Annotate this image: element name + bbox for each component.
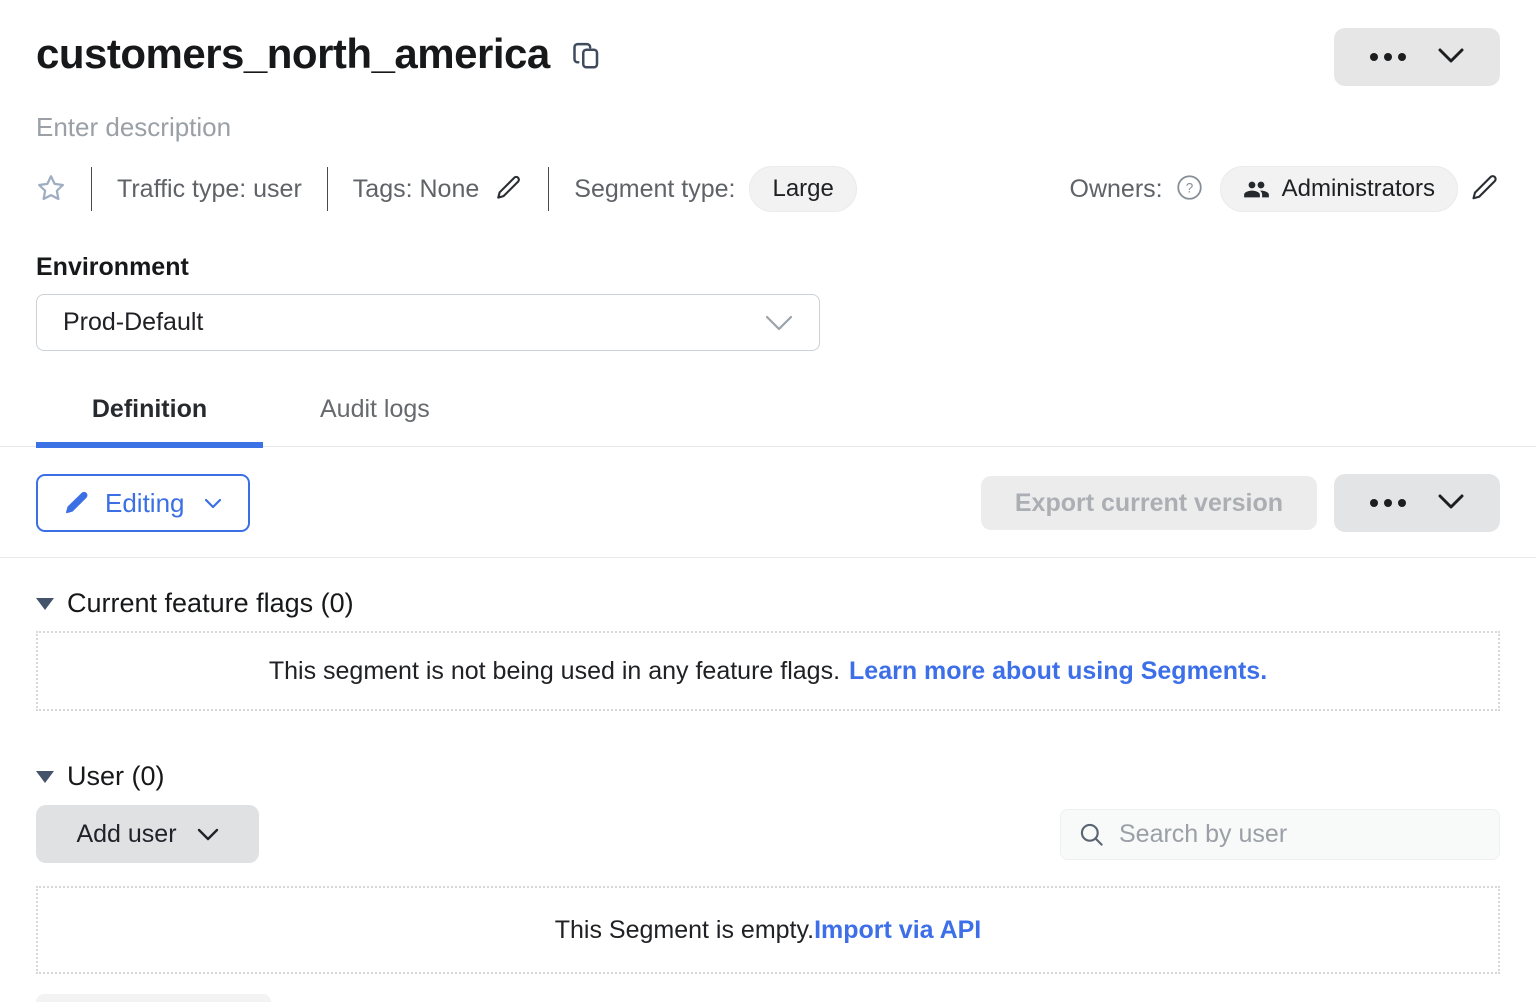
tab-bar: Definition Audit logs [0,395,1536,447]
triangle-down-icon [36,598,54,610]
bottom-cutoff-element [36,994,271,1002]
edit-owners-button[interactable] [1470,173,1500,206]
svg-text:?: ? [1185,180,1193,195]
meta-row: Traffic type: user Tags: None Segment ty… [36,167,1500,211]
people-icon [1243,176,1270,203]
owners-value: Administrators [1282,175,1435,203]
tags-group: Tags: None [353,174,523,205]
pencil-icon [1470,173,1500,206]
tab-definition[interactable]: Definition [36,395,263,446]
feature-flags-empty-text: This segment is not being used in any fe… [269,657,840,686]
segment-detail-page: customers_north_america Enter descriptio… [0,0,1536,1002]
environment-label: Environment [36,253,1500,282]
environment-selected-value: Prod-Default [63,308,203,337]
toolbar-more-button[interactable] [1334,474,1500,532]
owners-group: Owners: ? Administrators [1070,166,1500,212]
header-more-button[interactable] [1334,28,1500,86]
edit-tags-button[interactable] [495,174,523,205]
owners-pill: Administrators [1220,166,1458,212]
learn-more-link[interactable]: Learn more about using Segments. [849,657,1267,686]
copy-icon [572,40,602,75]
owners-label: Owners: [1070,175,1163,204]
page-title: customers_north_america [36,28,550,80]
search-icon [1078,821,1105,848]
user-empty-state: This Segment is empty. Import via API [36,886,1500,974]
chevron-down-icon [1438,494,1464,512]
section-divider [0,557,1536,558]
triangle-down-icon [36,771,54,783]
meta-divider [327,167,328,211]
ellipsis-icon [1370,53,1406,61]
tab-audit-logs[interactable]: Audit logs [320,395,430,446]
pencil-icon [64,490,90,516]
export-current-version-button[interactable]: Export current version [981,476,1317,530]
search-by-user-input[interactable] [1117,819,1482,850]
add-user-label: Add user [76,820,176,849]
page-header: customers_north_america [36,0,1500,86]
meta-divider [91,167,92,211]
environment-select[interactable]: Prod-Default [36,294,820,351]
user-section-header[interactable]: User (0) [36,761,165,792]
title-wrap: customers_north_america [36,28,602,80]
add-user-button[interactable]: Add user [36,805,259,863]
copy-name-button[interactable] [572,40,602,75]
feature-flags-empty-state: This segment is not being used in any fe… [36,631,1500,711]
tags-label: Tags: None [353,175,479,204]
favorite-button[interactable] [36,173,66,206]
toolbar-right-group: Export current version [981,474,1500,532]
pencil-icon [495,174,523,205]
definition-toolbar: Editing Export current version [36,474,1500,532]
question-circle-icon: ? [1176,174,1203,204]
user-heading: User (0) [67,761,165,792]
segment-type-group: Segment type: Large [574,166,857,212]
ellipsis-icon [1370,499,1406,507]
segment-type-badge: Large [749,166,856,212]
star-icon [36,173,66,206]
user-toolbar: Add user [36,805,1500,863]
meta-divider [548,167,549,211]
traffic-type-label: Traffic type: user [117,175,302,204]
editing-status-button[interactable]: Editing [36,474,250,532]
owners-badge[interactable]: Administrators [1220,166,1458,212]
import-via-api-link[interactable]: Import via API [814,916,981,945]
chevron-down-icon [204,498,222,509]
owners-help-button[interactable]: ? [1176,174,1203,204]
feature-flags-heading: Current feature flags (0) [67,588,354,619]
chevron-down-icon [765,315,793,331]
editing-label: Editing [105,488,185,519]
chevron-down-icon [1438,48,1464,66]
description-placeholder[interactable]: Enter description [36,112,231,143]
user-search [1060,809,1500,860]
feature-flags-section-header[interactable]: Current feature flags (0) [36,588,354,619]
segment-type-label: Segment type: [574,175,735,204]
chevron-down-icon [197,828,219,841]
segment-empty-text: This Segment is empty. [555,916,814,945]
